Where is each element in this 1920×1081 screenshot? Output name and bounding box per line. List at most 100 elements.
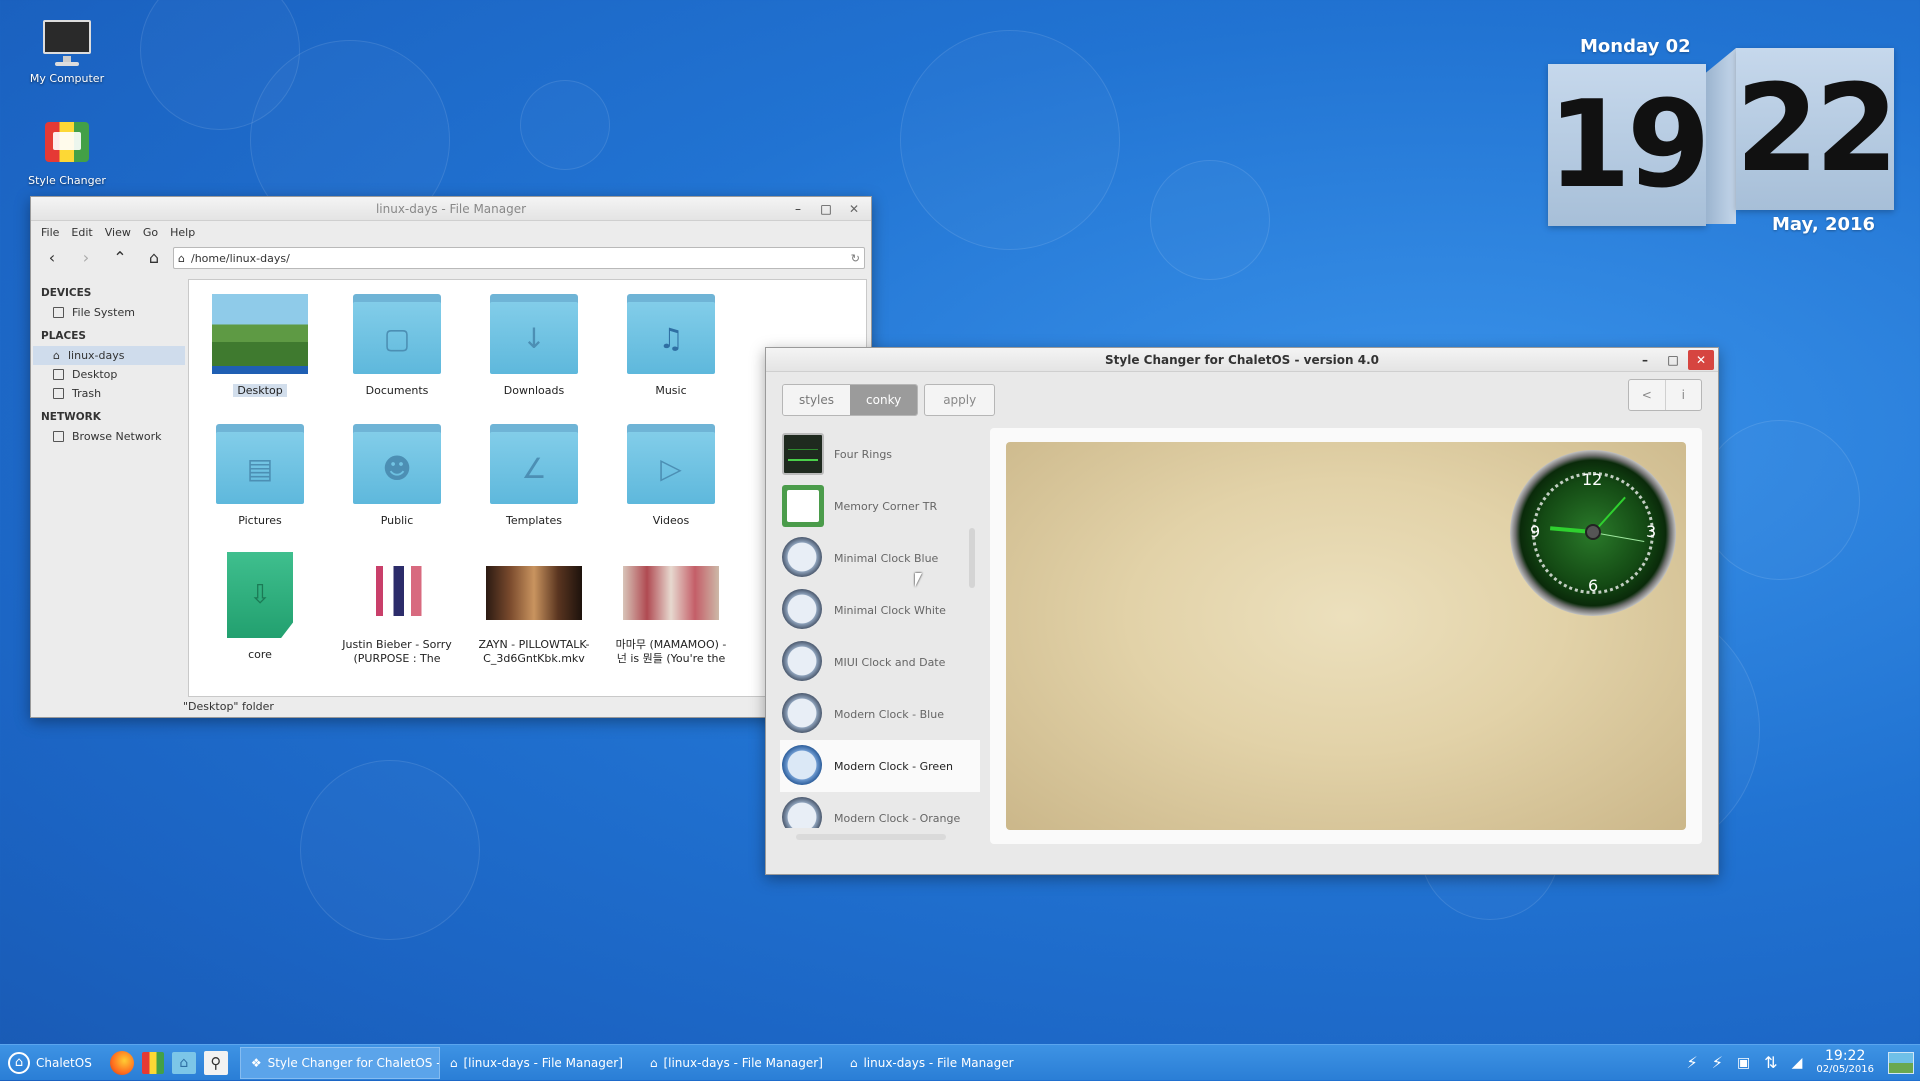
square-thumb-icon	[782, 485, 824, 527]
status-bar: "Desktop" folder	[183, 700, 274, 713]
menu-help[interactable]: Help	[166, 226, 199, 239]
home-icon: ⌂	[649, 1055, 658, 1070]
volume-icon[interactable]: ◢	[1792, 1055, 1803, 1071]
task-file-manager-2[interactable]: ⌂ [linux-days - File Manager]	[640, 1047, 840, 1079]
desktop-icon-my-computer[interactable]: My Computer	[12, 18, 122, 85]
close-button[interactable]: ✕	[1688, 350, 1714, 370]
start-menu-button[interactable]: ⌂ ChaletOS	[0, 1045, 106, 1081]
file-item-video-zayn[interactable]: ZAYN - PILLOWTALK-C_3d6GntKbk.mkv	[474, 552, 594, 666]
sidebar-item-file-system[interactable]: File System	[33, 303, 185, 322]
menu-go[interactable]: Go	[139, 226, 162, 239]
list-item-label: MIUI Clock and Date	[834, 655, 946, 669]
list-item-minimal-clock-white[interactable]: Minimal Clock White	[780, 584, 980, 636]
file-item-music[interactable]: ♫ Music	[611, 294, 731, 398]
tab-conky[interactable]: conky	[850, 385, 918, 415]
apply-button[interactable]: apply	[924, 384, 996, 416]
home-button[interactable]: ⌂	[139, 246, 169, 270]
sidebar-item-label: File System	[72, 306, 135, 319]
maximize-button[interactable]: □	[813, 199, 839, 219]
style-changer-icon	[41, 120, 93, 170]
template-icon: ∠	[490, 432, 578, 504]
list-item-label: Modern Clock - Green	[834, 759, 953, 773]
clock-thumb-icon	[782, 797, 822, 828]
file-name: 마마무 (MAMAMOO) - 넌 is 뭔들 (You're the best…	[615, 638, 727, 665]
file-manager-titlebar[interactable]: linux-days - File Manager – □ ✕	[31, 197, 871, 221]
file-item-templates[interactable]: ∠ Templates	[474, 424, 594, 528]
sidebar-item-label: Browse Network	[72, 430, 162, 443]
task-file-manager-3[interactable]: ⌂ linux-days - File Manager	[840, 1047, 1040, 1079]
style-changer-titlebar[interactable]: Style Changer for ChaletOS - version 4.0…	[766, 348, 1718, 372]
close-button[interactable]: ✕	[841, 199, 867, 219]
menubar: File Edit View Go Help	[31, 221, 871, 243]
forward-button[interactable]: ›	[71, 246, 101, 270]
home-icon: ⌂	[449, 1055, 458, 1070]
file-icon: ⇩	[227, 552, 293, 638]
file-item-video-mamamoo[interactable]: 마마무 (MAMAMOO) - 넌 is 뭔들 (You're the best…	[611, 552, 731, 666]
file-manager-launcher[interactable]: ⌂	[168, 1045, 200, 1081]
sidebar-header-devices: DEVICES	[41, 287, 92, 299]
power-icon[interactable]: ⚡	[1686, 1053, 1697, 1072]
file-name: core	[248, 648, 272, 661]
minimize-button[interactable]: –	[1632, 350, 1658, 370]
file-item-video-bieber[interactable]: Justin Bieber - Sorry (PURPOSE : The Mov…	[337, 552, 457, 666]
task-style-changer[interactable]: ❖ Style Changer for ChaletOS - v...	[239, 1046, 440, 1079]
task-label: Style Changer for ChaletOS - v...	[267, 1055, 439, 1070]
style-changer-launcher[interactable]	[138, 1045, 168, 1081]
desktop-icon-style-changer[interactable]: Style Changer	[12, 120, 122, 187]
preview-image: 12 3 6 9	[1006, 442, 1686, 830]
file-item-documents[interactable]: ▢ Documents	[337, 294, 457, 398]
network-updown-icon[interactable]: ⇅	[1764, 1053, 1777, 1072]
prev-button[interactable]: <	[1629, 380, 1665, 410]
clock-minute: 22	[1736, 48, 1899, 210]
window-title: Style Changer for ChaletOS - version 4.0	[1105, 353, 1379, 367]
file-item-core[interactable]: ⇩ core	[200, 552, 320, 662]
file-item-public[interactable]: ☻ Public	[337, 424, 457, 528]
task-file-manager-1[interactable]: ⌂ [linux-days - File Manager]	[440, 1047, 640, 1079]
conky-list: Four Rings Memory Corner TR Minimal Cloc…	[780, 428, 980, 828]
file-item-desktop[interactable]: Desktop	[200, 294, 320, 398]
sidebar-item-linux-days[interactable]: ⌂ linux-days	[33, 346, 185, 365]
list-item-memory-corner[interactable]: Memory Corner TR	[780, 480, 980, 532]
list-item-modern-clock-orange[interactable]: Modern Clock - Orange	[780, 792, 980, 828]
chaletos-logo-icon: ⌂	[8, 1051, 30, 1074]
list-item-modern-clock-blue[interactable]: Modern Clock - Blue	[780, 688, 980, 740]
list-hscrollbar[interactable]	[796, 834, 946, 840]
monitor-icon	[41, 18, 93, 68]
list-item-minimal-clock-blue[interactable]: Minimal Clock Blue	[780, 532, 980, 584]
sidebar: DEVICES File System PLACES ⌂ linux-days D…	[33, 279, 185, 697]
show-desktop-icon[interactable]	[1888, 1051, 1914, 1074]
back-button[interactable]: ‹	[37, 246, 67, 270]
green-clock-preview: 12 3 6 9	[1510, 450, 1676, 616]
list-scrollbar[interactable]	[969, 528, 975, 588]
sidebar-item-trash[interactable]: Trash	[33, 384, 185, 403]
minimize-button[interactable]: –	[785, 199, 811, 219]
list-item-modern-clock-green[interactable]: Modern Clock - Green	[780, 740, 980, 792]
menu-edit[interactable]: Edit	[67, 226, 96, 239]
sidebar-item-desktop[interactable]: Desktop	[33, 365, 185, 384]
menu-view[interactable]: View	[101, 226, 135, 239]
sidebar-item-browse-network[interactable]: Browse Network	[33, 427, 185, 446]
sidebar-item-label: linux-days	[67, 349, 125, 362]
system-tray: ⚡ ⚡ ▣ ⇅ ◢ 19:22 02/05/2016	[1686, 1049, 1920, 1076]
file-item-videos[interactable]: ▷ Videos	[611, 424, 731, 528]
tray-clock[interactable]: 19:22 02/05/2016	[1816, 1049, 1874, 1076]
list-item-four-rings[interactable]: Four Rings	[780, 428, 980, 480]
file-item-pictures[interactable]: ▤ Pictures	[200, 424, 320, 528]
reload-icon[interactable]: ↻	[851, 252, 860, 265]
tab-styles[interactable]: styles	[783, 385, 851, 415]
picture-icon: ▤	[216, 432, 304, 504]
search-launcher[interactable]: ⚲	[200, 1045, 232, 1081]
file-item-downloads[interactable]: ↓ Downloads	[474, 294, 594, 398]
battery-icon[interactable]: ⚡	[1712, 1053, 1723, 1072]
clipboard-icon[interactable]: ▣	[1737, 1055, 1750, 1071]
menu-file[interactable]: File	[37, 226, 63, 239]
file-name: Desktop	[233, 384, 287, 397]
up-button[interactable]: ⌃	[105, 246, 135, 270]
firefox-launcher[interactable]	[106, 1045, 138, 1081]
sidebar-item-label: Desktop	[72, 368, 118, 381]
address-bar[interactable]: ⌂ /home/linux-days/ ↻	[173, 247, 865, 269]
info-button[interactable]: i	[1664, 380, 1702, 410]
task-label: [linux-days - File Manager]	[663, 1055, 823, 1070]
maximize-button[interactable]: □	[1660, 350, 1686, 370]
list-item-miui-clock[interactable]: MIUI Clock and Date	[780, 636, 980, 688]
